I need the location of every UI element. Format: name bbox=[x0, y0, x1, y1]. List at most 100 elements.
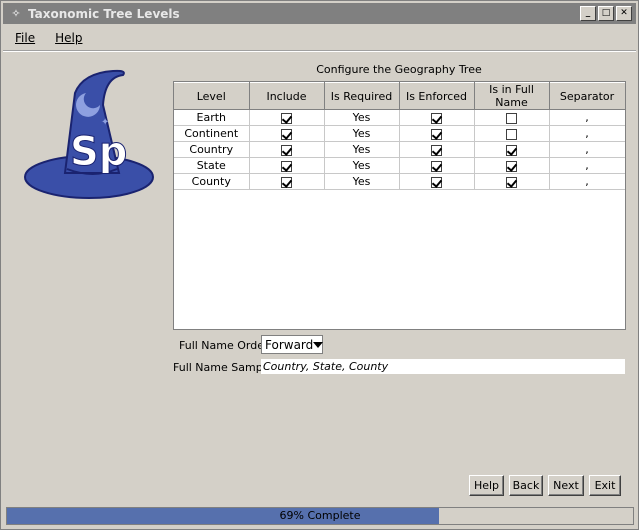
cell-is-required[interactable]: Yes bbox=[324, 125, 400, 142]
cell-text: , bbox=[585, 175, 589, 188]
table-row[interactable]: County Yes, bbox=[174, 173, 625, 190]
enforced-checkbox[interactable] bbox=[431, 176, 442, 188]
cell-text: County bbox=[191, 175, 231, 188]
cell-separator[interactable]: , bbox=[549, 125, 625, 142]
table-row[interactable]: Country Yes, bbox=[174, 141, 625, 158]
cell-is-enforced[interactable] bbox=[399, 173, 475, 190]
cell-text: Yes bbox=[352, 111, 371, 124]
cell-is-in-full-name[interactable] bbox=[474, 109, 550, 126]
progress-bar: 69% Complete bbox=[6, 507, 634, 525]
cell-is-required[interactable]: Yes bbox=[324, 173, 400, 190]
menu-bar: File Help bbox=[3, 27, 90, 49]
include-checkbox[interactable] bbox=[281, 128, 292, 140]
maximize-button[interactable]: □ bbox=[598, 6, 614, 21]
cell-separator[interactable]: , bbox=[549, 141, 625, 158]
full-name-checkbox[interactable] bbox=[506, 176, 517, 188]
cell-is-enforced[interactable] bbox=[399, 157, 475, 174]
col-header-level[interactable]: Level bbox=[174, 82, 250, 110]
title-bar[interactable]: ✧ Taxonomic Tree Levels _ □ ✕ bbox=[3, 3, 636, 24]
full-name-order-value: Forward bbox=[265, 337, 314, 352]
close-button[interactable]: ✕ bbox=[616, 6, 632, 21]
cell-is-in-full-name[interactable] bbox=[474, 141, 550, 158]
col-header-is-enforced[interactable]: Is Enforced bbox=[399, 82, 475, 110]
cell-text: Continent bbox=[184, 127, 239, 140]
cell-include[interactable] bbox=[249, 125, 325, 142]
cell-include[interactable] bbox=[249, 141, 325, 158]
cell-include[interactable] bbox=[249, 173, 325, 190]
tree-config-caption: Configure the Geography Tree bbox=[316, 63, 482, 76]
include-checkbox[interactable] bbox=[281, 144, 292, 156]
col-header-is-required[interactable]: Is Required bbox=[324, 82, 400, 110]
cell-text: Yes bbox=[352, 159, 371, 172]
cell-text: Yes bbox=[352, 127, 371, 140]
levels-table: Level Include Is Required Is Enforced Is… bbox=[173, 81, 626, 330]
cell-is-enforced[interactable] bbox=[399, 125, 475, 142]
cell-is-required[interactable]: Yes bbox=[324, 141, 400, 158]
full-name-sample-value: Country, State, County bbox=[261, 359, 625, 374]
cell-text: State bbox=[196, 159, 226, 172]
menu-file-label: File bbox=[15, 31, 36, 45]
cell-text: Yes bbox=[352, 143, 371, 156]
col-header-is-in-full-name[interactable]: Is in Full Name bbox=[474, 82, 550, 110]
full-name-checkbox[interactable] bbox=[506, 144, 517, 156]
cell-text: Earth bbox=[196, 111, 227, 124]
enforced-checkbox[interactable] bbox=[431, 128, 442, 140]
cell-level[interactable]: Continent bbox=[174, 125, 250, 142]
table-row[interactable]: State Yes, bbox=[174, 157, 625, 174]
table-row[interactable]: Continent Yes, bbox=[174, 125, 625, 142]
cell-separator[interactable]: , bbox=[549, 109, 625, 126]
cell-is-in-full-name[interactable] bbox=[474, 125, 550, 142]
cell-is-in-full-name[interactable] bbox=[474, 173, 550, 190]
menu-help-label: Help bbox=[55, 31, 83, 45]
full-name-checkbox[interactable] bbox=[506, 112, 517, 124]
cell-is-required[interactable]: Yes bbox=[324, 157, 400, 174]
cell-is-enforced[interactable] bbox=[399, 109, 475, 126]
next-button[interactable]: Next bbox=[548, 475, 584, 496]
include-checkbox[interactable] bbox=[281, 160, 292, 172]
cell-text: Yes bbox=[352, 175, 371, 188]
app-window: ✧ Taxonomic Tree Levels _ □ ✕ File Help … bbox=[0, 0, 639, 530]
menu-file[interactable]: File bbox=[3, 31, 43, 45]
cell-text: Country bbox=[189, 143, 234, 156]
full-name-order-label: Full Name Order: bbox=[179, 339, 273, 352]
cell-is-required[interactable]: Yes bbox=[324, 109, 400, 126]
back-button[interactable]: Back bbox=[509, 475, 543, 496]
cell-include[interactable] bbox=[249, 157, 325, 174]
include-checkbox[interactable] bbox=[281, 112, 292, 124]
app-icon: ✧ bbox=[11, 7, 21, 20]
full-name-checkbox[interactable] bbox=[506, 128, 517, 140]
logo-text: Sp bbox=[70, 129, 127, 175]
chevron-down-icon[interactable] bbox=[313, 341, 324, 348]
table-row[interactable]: Earth Yes, bbox=[174, 109, 625, 126]
minimize-button[interactable]: _ bbox=[580, 6, 596, 21]
help-button[interactable]: Help bbox=[469, 475, 504, 496]
include-checkbox[interactable] bbox=[281, 176, 292, 188]
progress-label: 69% Complete bbox=[279, 509, 361, 522]
menu-separator bbox=[3, 50, 636, 52]
cell-text: , bbox=[585, 143, 589, 156]
cell-is-enforced[interactable] bbox=[399, 141, 475, 158]
cell-level[interactable]: Country bbox=[174, 141, 250, 158]
cell-level[interactable]: County bbox=[174, 173, 250, 190]
cell-separator[interactable]: , bbox=[549, 157, 625, 174]
enforced-checkbox[interactable] bbox=[431, 160, 442, 172]
cell-level[interactable]: Earth bbox=[174, 109, 250, 126]
cell-level[interactable]: State bbox=[174, 157, 250, 174]
cell-text: , bbox=[585, 127, 589, 140]
menu-help[interactable]: Help bbox=[43, 31, 90, 45]
enforced-checkbox[interactable] bbox=[431, 144, 442, 156]
cell-separator[interactable]: , bbox=[549, 173, 625, 190]
col-header-include[interactable]: Include bbox=[249, 82, 325, 110]
exit-button[interactable]: Exit bbox=[589, 475, 621, 496]
cell-is-in-full-name[interactable] bbox=[474, 157, 550, 174]
table-header-row: Level Include Is Required Is Enforced Is… bbox=[174, 82, 625, 110]
cell-text: , bbox=[585, 159, 589, 172]
cell-include[interactable] bbox=[249, 109, 325, 126]
col-header-separator[interactable]: Separator bbox=[549, 82, 625, 110]
enforced-checkbox[interactable] bbox=[431, 112, 442, 124]
full-name-checkbox[interactable] bbox=[506, 160, 517, 172]
cell-text: , bbox=[585, 111, 589, 124]
full-name-order-select[interactable]: Forward bbox=[261, 335, 324, 354]
specify-hat-logo: ✦ Sp bbox=[24, 69, 154, 199]
window-title: Taxonomic Tree Levels bbox=[28, 6, 180, 21]
